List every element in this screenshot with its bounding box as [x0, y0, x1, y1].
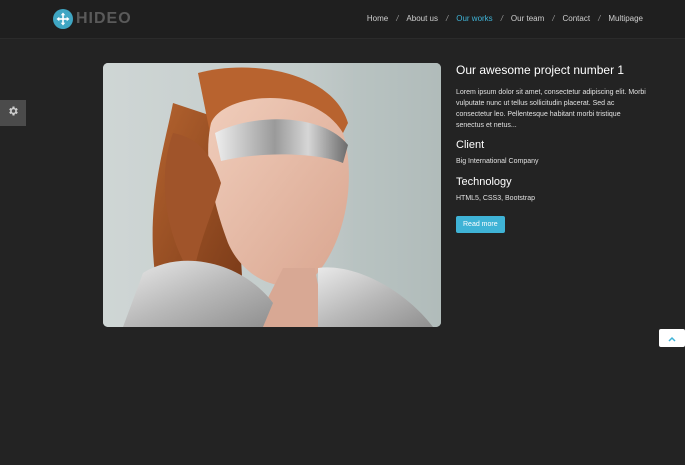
logo[interactable]: HIDEO	[53, 8, 132, 30]
read-more-button[interactable]: Read more	[456, 216, 505, 233]
main-nav: Home / About us / Our works / Our team /…	[367, 14, 643, 23]
project-description: Lorem ipsum dolor sit amet, consectetur …	[456, 89, 646, 129]
nav-item-our-works[interactable]: Our works	[456, 14, 492, 23]
nav-item-our-team[interactable]: Our team	[511, 14, 544, 23]
nav-separator: /	[552, 14, 555, 23]
project-image	[103, 63, 441, 327]
nav-item-multipage[interactable]: Multipage	[608, 14, 643, 23]
technology-value: HTML5, CSS3, Bootstrap	[456, 195, 535, 202]
nav-item-contact[interactable]: Contact	[563, 14, 591, 23]
gear-icon	[7, 104, 19, 122]
nav-separator: /	[500, 14, 503, 23]
client-heading: Client	[456, 139, 485, 151]
chevron-up-icon	[668, 329, 676, 347]
client-value: Big International Company	[456, 158, 539, 165]
move-arrows-icon	[53, 9, 73, 29]
top-navbar: HIDEO Home / About us / Our works / Our …	[0, 0, 685, 39]
nav-separator: /	[396, 14, 399, 23]
nav-item-home[interactable]: Home	[367, 14, 388, 23]
nav-separator: /	[598, 14, 601, 23]
nav-separator: /	[446, 14, 449, 23]
back-to-top-button[interactable]	[659, 329, 685, 347]
technology-heading: Technology	[456, 176, 512, 188]
settings-toggle-button[interactable]	[0, 100, 26, 126]
logo-text: HIDEO	[76, 10, 132, 27]
nav-item-about-us[interactable]: About us	[406, 14, 438, 23]
project-details: Our awesome project number 1 Lorem ipsum…	[456, 63, 646, 233]
project-title: Our awesome project number 1	[456, 63, 625, 77]
